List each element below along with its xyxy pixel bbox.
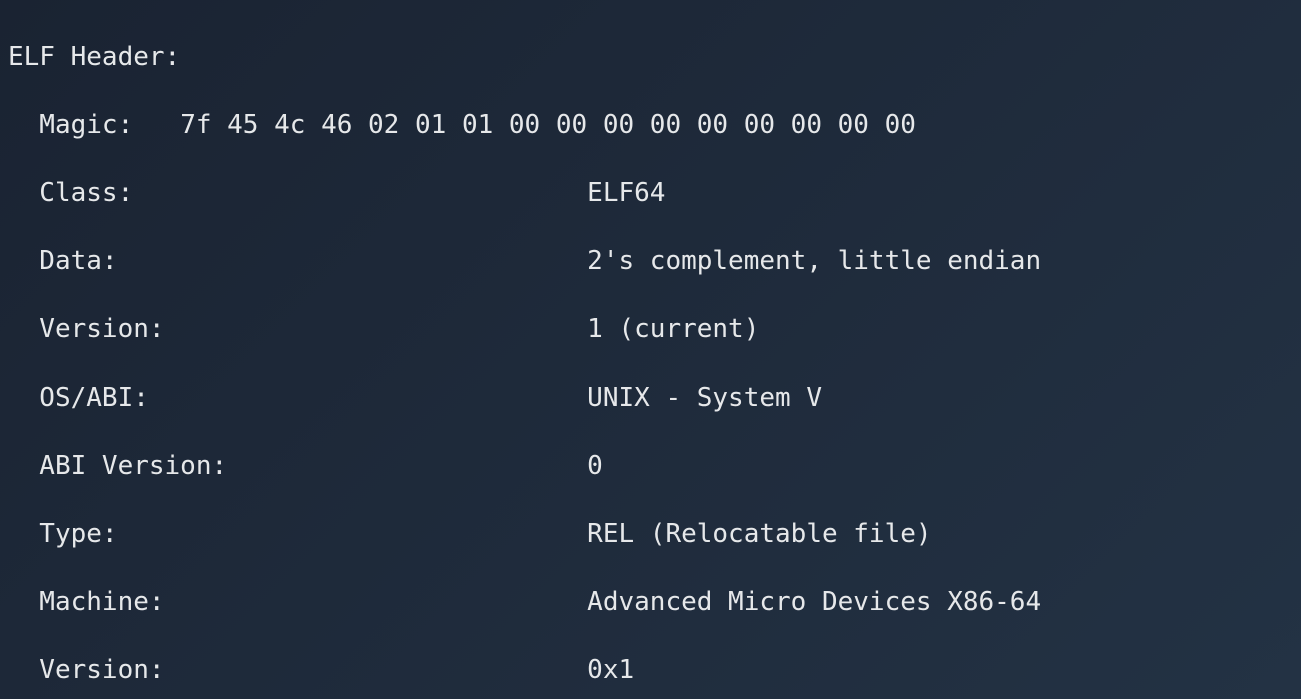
elf-field-line: OS/ABI: UNIX - System V [8, 381, 1293, 415]
elf-field-value: 0x1 [587, 653, 634, 687]
terminal-output: ELF Header: Magic: 7f 45 4c 46 02 01 01 … [0, 0, 1301, 699]
elf-field-line: ABI Version: 0 [8, 449, 1293, 483]
elf-field-label: ABI Version: [39, 449, 587, 483]
elf-magic-label: Magic: [39, 108, 180, 142]
elf-field-value: UNIX - System V [587, 381, 822, 415]
elf-field-label: Data: [39, 244, 587, 278]
elf-field-value: 0 [587, 449, 603, 483]
elf-field-line: Version: 1 (current) [8, 312, 1293, 346]
elf-field-line: Data: 2's complement, little endian [8, 244, 1293, 278]
elf-field-label: Machine: [39, 585, 587, 619]
elf-field-line: Type: REL (Relocatable file) [8, 517, 1293, 551]
elf-field-value: 2's complement, little endian [587, 244, 1041, 278]
elf-field-line: Machine: Advanced Micro Devices X86-64 [8, 585, 1293, 619]
elf-field-line: Version: 0x1 [8, 653, 1293, 687]
elf-field-label: Version: [39, 312, 587, 346]
elf-field-label: OS/ABI: [39, 381, 587, 415]
elf-magic-value: 7f 45 4c 46 02 01 01 00 00 00 00 00 00 0… [180, 108, 931, 142]
elf-field-label: Type: [39, 517, 587, 551]
elf-field-value: 1 (current) [587, 312, 759, 346]
elf-field-value: Advanced Micro Devices X86-64 [587, 585, 1041, 619]
elf-field-line: Class: ELF64 [8, 176, 1293, 210]
elf-header-title: ELF Header: [8, 40, 1293, 74]
elf-magic-line: Magic: 7f 45 4c 46 02 01 01 00 00 00 00 … [8, 108, 1293, 142]
elf-field-label: Version: [39, 653, 587, 687]
elf-field-value: REL (Relocatable file) [587, 517, 931, 551]
elf-field-value: ELF64 [587, 176, 665, 210]
elf-field-label: Class: [39, 176, 587, 210]
